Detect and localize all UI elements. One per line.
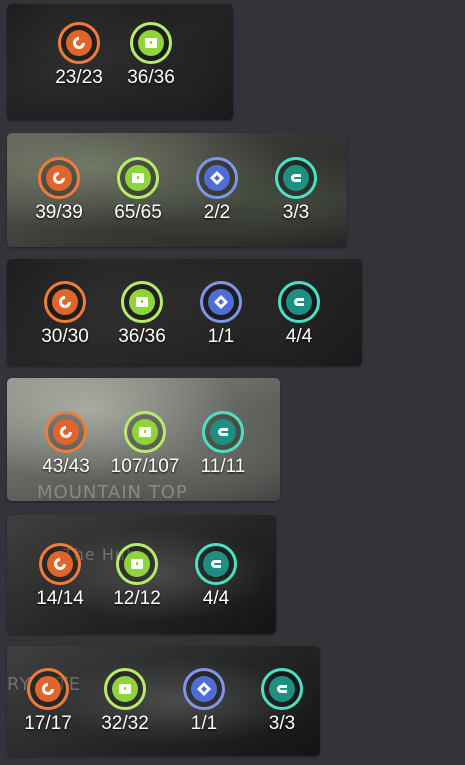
resource-green: 32/32 — [85, 668, 165, 735]
resource-count: 30/30 — [41, 326, 89, 347]
resource-orange: 14/14 — [20, 543, 100, 610]
magnet-icon — [294, 298, 304, 306]
chest-icon — [136, 297, 148, 307]
resource-count: 3/3 — [282, 202, 310, 223]
resource-count: 107/107 — [110, 456, 180, 477]
resource-count: 43/43 — [42, 456, 90, 477]
resource-green: 65/65 — [98, 157, 178, 224]
resource-count: 4/4 — [202, 588, 230, 609]
resource-green: 107/107 — [105, 411, 185, 478]
resource-count: 11/11 — [200, 456, 246, 477]
resource-cyan: 4/4 — [259, 281, 339, 348]
resource-count: 23/23 — [55, 67, 103, 88]
diamond-cube-icon — [197, 682, 211, 696]
resource-orange: 23/23 — [39, 22, 119, 89]
resource-count: 14/14 — [36, 588, 84, 609]
resource-blue: 1/1 — [164, 668, 244, 735]
chest-icon — [131, 559, 143, 569]
resource-count: 1/1 — [190, 713, 218, 734]
resource-count: 12/12 — [113, 588, 161, 609]
region-card-4[interactable]: MOUNTAIN TOP 43/43 107/107 11/11 — [7, 378, 280, 501]
resource-count: 4/4 — [285, 326, 313, 347]
diamond-cube-icon — [214, 295, 228, 309]
resource-cyan: 3/3 — [242, 668, 320, 735]
resource-count: 39/39 — [35, 202, 83, 223]
resource-orange: 17/17 — [8, 668, 88, 735]
resource-cyan: 11/11 — [183, 411, 263, 478]
resource-count: 1/1 — [207, 326, 235, 347]
coin-swirl-icon — [42, 683, 54, 695]
chest-icon — [139, 427, 151, 437]
region-card-3[interactable]: 30/30 36/36 1/1 4/4 — [7, 259, 362, 366]
diamond-cube-icon — [210, 171, 224, 185]
collectibles-overview: 23/23 36/36 39/39 65/65 2/2 3/3 30/30 36… — [0, 0, 465, 765]
resource-count: 3/3 — [268, 713, 296, 734]
magnet-icon — [277, 685, 287, 693]
coin-swirl-icon — [53, 172, 65, 184]
resource-orange: 39/39 — [19, 157, 99, 224]
map-area-label: MOUNTAIN TOP — [37, 482, 188, 501]
region-card-2[interactable]: 39/39 65/65 2/2 3/3 — [7, 133, 347, 247]
coin-swirl-icon — [59, 296, 71, 308]
resource-blue: 1/1 — [181, 281, 261, 348]
resource-green: 12/12 — [97, 543, 177, 610]
region-card-6[interactable]: RY SITE 17/17 32/32 1/1 3/3 — [7, 646, 320, 756]
magnet-icon — [291, 174, 301, 182]
resource-green: 36/36 — [102, 281, 182, 348]
resource-count: 36/36 — [118, 326, 166, 347]
resource-count: 65/65 — [114, 202, 162, 223]
coin-swirl-icon — [60, 426, 72, 438]
coin-swirl-icon — [54, 558, 66, 570]
resource-count: 17/17 — [24, 713, 72, 734]
resource-green: 36/36 — [111, 22, 191, 89]
resource-orange: 43/43 — [26, 411, 106, 478]
resource-cyan: 4/4 — [176, 543, 256, 610]
chest-icon — [145, 38, 157, 48]
resource-count: 36/36 — [127, 67, 175, 88]
resource-cyan: 3/3 — [256, 157, 336, 224]
chest-icon — [119, 684, 131, 694]
resource-orange: 30/30 — [25, 281, 105, 348]
resource-count: 2/2 — [203, 202, 231, 223]
region-card-5[interactable]: The Hub 14/14 12/12 4/4 — [7, 515, 276, 634]
resource-count: 32/32 — [101, 713, 149, 734]
chest-icon — [132, 173, 144, 183]
magnet-icon — [211, 560, 221, 568]
coin-swirl-icon — [73, 37, 85, 49]
magnet-icon — [218, 428, 228, 436]
resource-blue: 2/2 — [177, 157, 257, 224]
region-card-1[interactable]: 23/23 36/36 — [7, 4, 233, 120]
